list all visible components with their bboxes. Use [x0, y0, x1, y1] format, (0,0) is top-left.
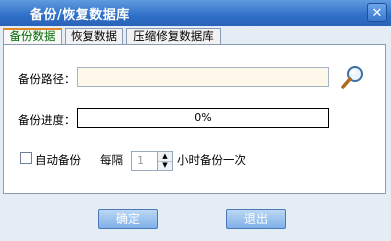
tab-backup-data[interactable]: 备份数据 — [3, 28, 62, 44]
interval-stepper[interactable]: 1 ▲ ▼ — [131, 151, 173, 171]
exit-button[interactable]: 退出 — [226, 209, 286, 229]
backup-progress-label: 备份进度： — [18, 113, 76, 127]
interval-prefix-label: 每隔 — [100, 153, 123, 167]
search-icon[interactable] — [340, 64, 366, 90]
auto-backup-label: 自动备份 — [35, 153, 81, 167]
backup-path-label: 备份路径： — [18, 72, 76, 86]
interval-suffix-label: 小时备份一次 — [177, 153, 246, 167]
title-bar[interactable]: 备份/恢复数据库 ✕ — [0, 0, 391, 26]
backup-restore-dialog: 备份/恢复数据库 ✕ 备份数据 恢复数据 压缩修复数据库 备份路径： 备份进度：… — [0, 0, 391, 241]
stepper-buttons: ▲ ▼ — [157, 152, 172, 170]
window-title: 备份/恢复数据库 — [30, 8, 130, 23]
backup-progress-bar: 0% — [77, 108, 329, 128]
backup-path-field[interactable] — [77, 67, 329, 87]
tab-restore-data[interactable]: 恢复数据 — [65, 28, 123, 44]
tab-compact-repair-db[interactable]: 压缩修复数据库 — [126, 28, 221, 44]
close-button[interactable]: ✕ — [367, 3, 387, 22]
auto-backup-checkbox[interactable] — [20, 152, 32, 164]
ok-button[interactable]: 确定 — [98, 209, 158, 229]
interval-value: 1 — [137, 154, 144, 167]
stepper-down-icon[interactable]: ▼ — [158, 161, 172, 170]
